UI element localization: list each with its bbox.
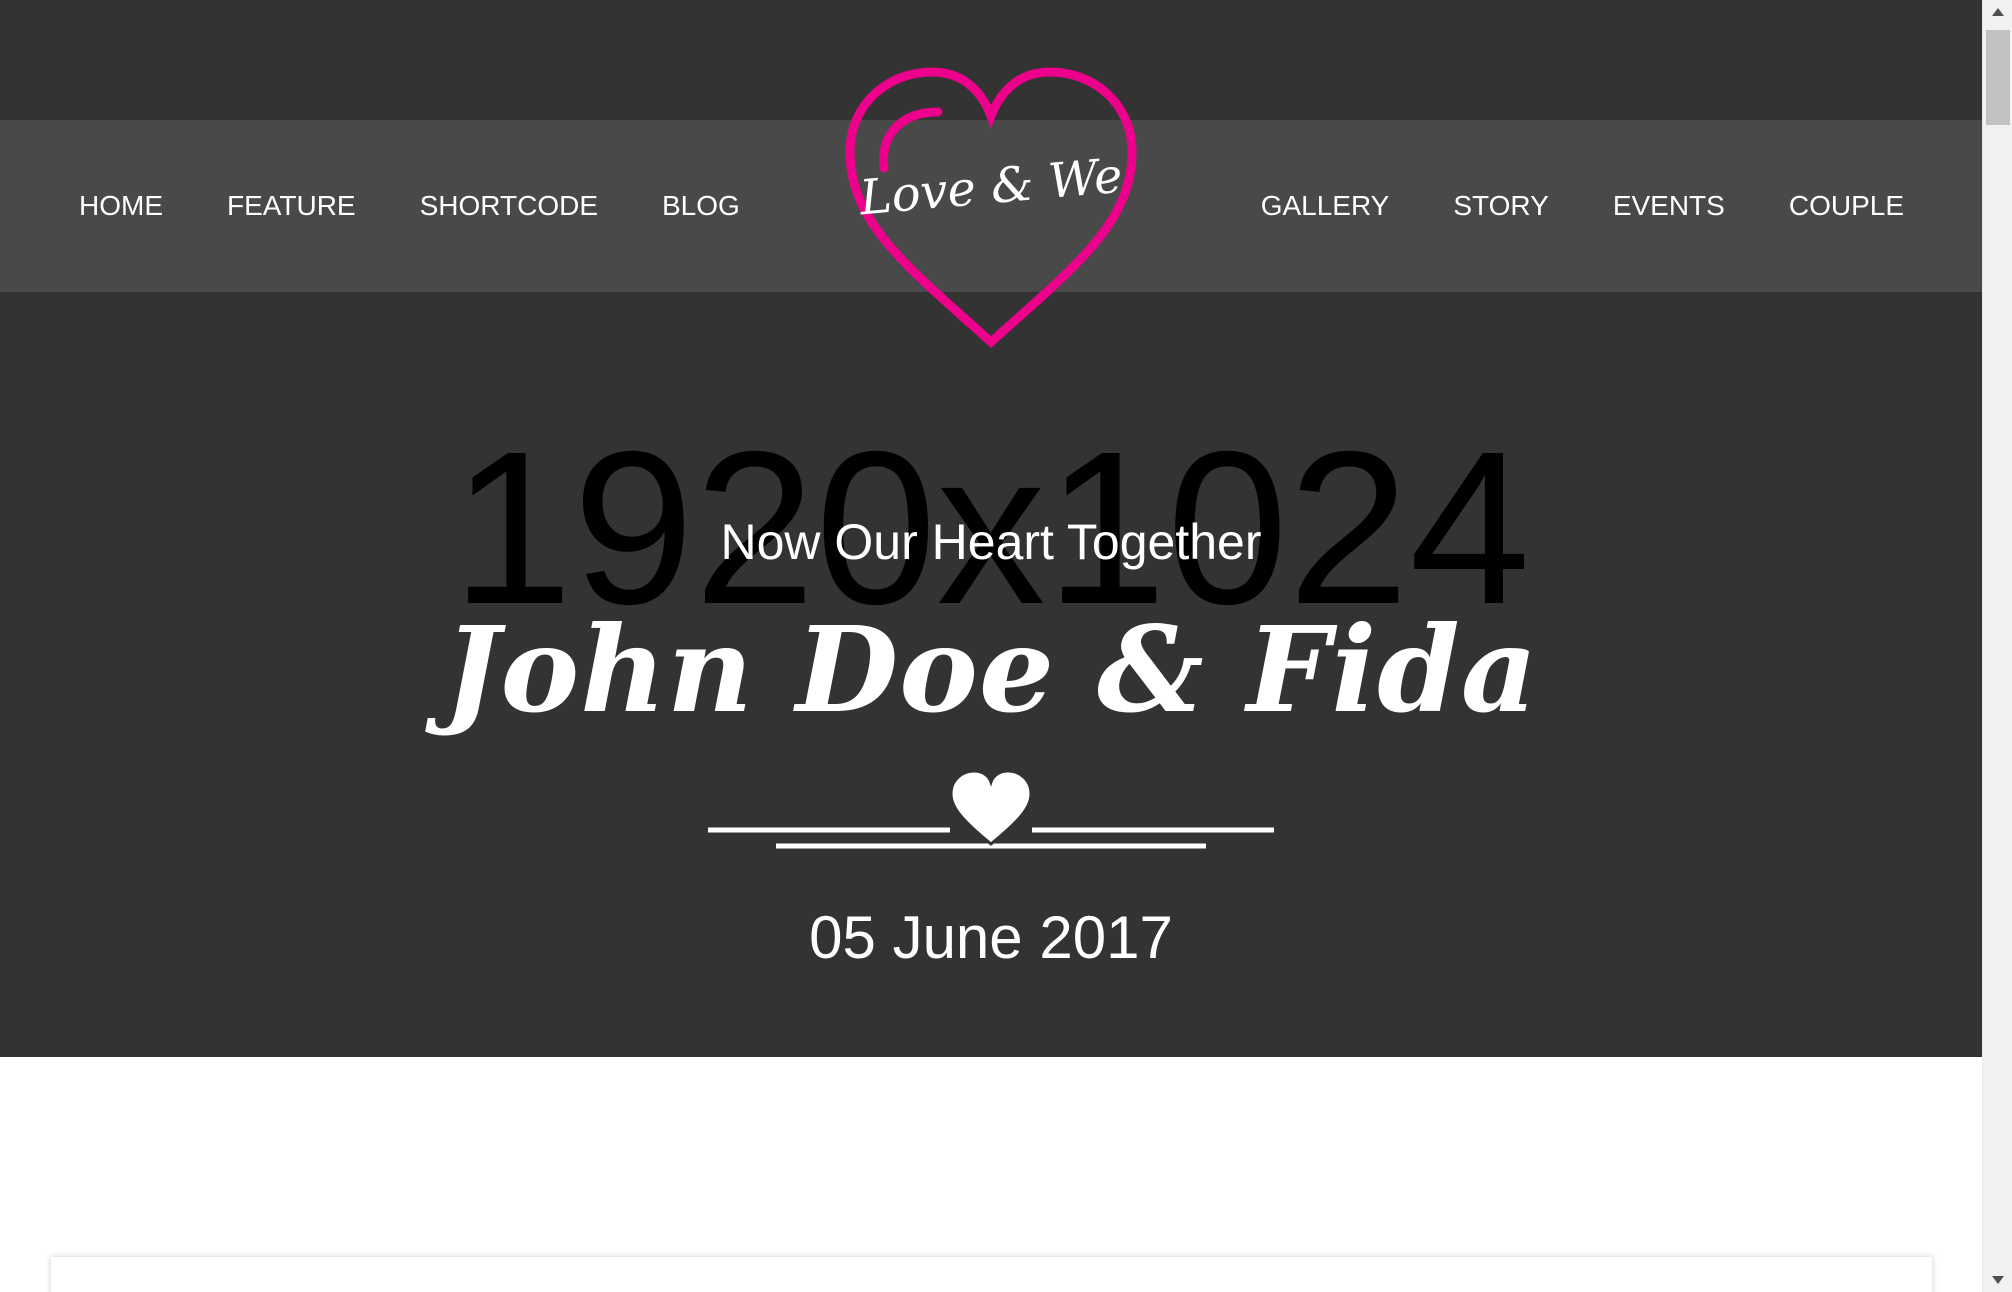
nav-left: HOME FEATURE SHORTCODE BLOG xyxy=(79,120,740,292)
chevron-down-icon[interactable] xyxy=(1992,1276,2004,1284)
scrollbar-thumb[interactable] xyxy=(1986,30,2010,125)
nav-item-story[interactable]: STORY xyxy=(1453,190,1548,222)
nav-right: GALLERY STORY EVENTS COUPLE xyxy=(1261,120,1904,292)
content-card xyxy=(51,1257,1932,1292)
nav-item-couple[interactable]: COUPLE xyxy=(1789,190,1904,222)
nav-item-feature[interactable]: FEATURE xyxy=(227,190,356,222)
site-logo[interactable]: Love & We xyxy=(840,64,1142,356)
vertical-scrollbar[interactable] xyxy=(1982,0,2012,1292)
nav-item-events[interactable]: EVENTS xyxy=(1613,190,1725,222)
chevron-up-icon[interactable] xyxy=(1992,8,2004,16)
heart-icon xyxy=(949,770,1033,846)
nav-item-home[interactable]: HOME xyxy=(79,190,163,222)
nav-item-gallery[interactable]: GALLERY xyxy=(1261,190,1390,222)
couple-names: John Doe & Fida xyxy=(443,600,1539,739)
wedding-date: 05 June 2017 xyxy=(809,904,1173,971)
page: 1920x1024 Now Our Heart Together John Do… xyxy=(0,0,1982,1292)
heart-divider xyxy=(708,770,1274,849)
nav-item-blog[interactable]: BLOG xyxy=(662,190,740,222)
nav-item-shortcode[interactable]: SHORTCODE xyxy=(420,190,598,222)
hero-tagline: Now Our Heart Together xyxy=(720,514,1262,570)
